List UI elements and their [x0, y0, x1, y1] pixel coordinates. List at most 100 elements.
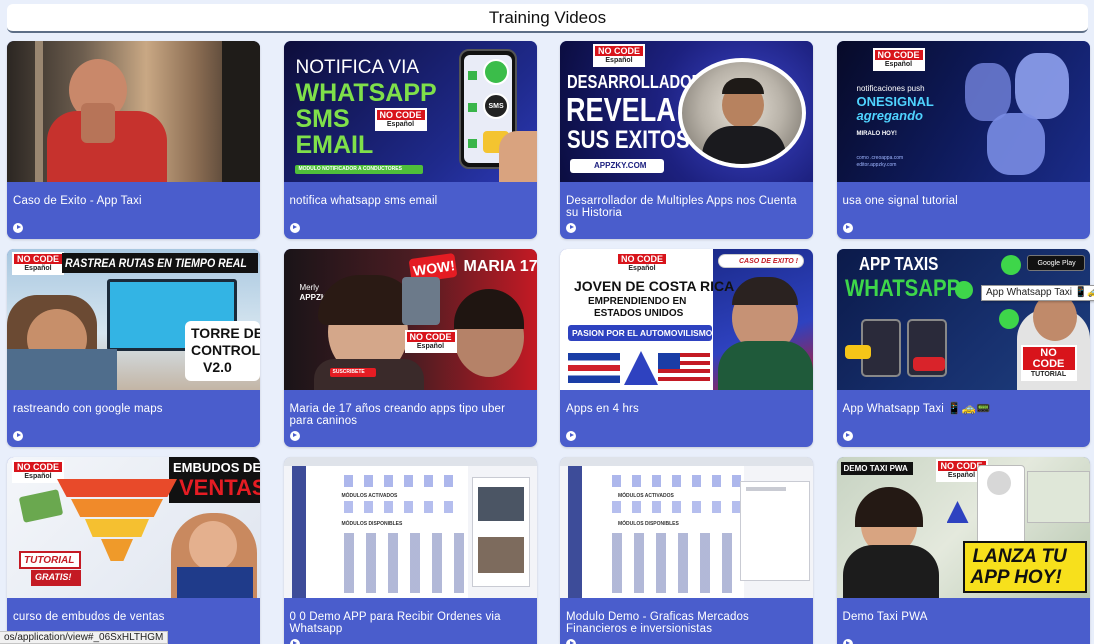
thumb-text: APP HOY!	[970, 567, 1062, 588]
whatsapp-icon	[998, 309, 1019, 329]
video-thumbnail: NO CODE Español CASO DE EXITO ! JOVEN DE …	[560, 249, 813, 390]
video-card[interactable]: MÓDULOS ACTIVADOS MÓDULOS DISPONIBLES 0 …	[283, 457, 537, 644]
video-thumbnail: MÓDULOS ACTIVADOS MÓDULOS DISPONIBLES	[283, 457, 537, 598]
logo-icon	[624, 351, 658, 385]
thumb-text: Merly	[299, 283, 320, 292]
video-title: Modulo Demo - Graficas Mercados Financie…	[566, 611, 749, 635]
video-card[interactable]: NO CODE Español DESARROLLADOR REVELA SUS …	[560, 41, 813, 239]
video-thumbnail: MÓDULOS ACTIVADOS MÓDULOS DISPONIBLES	[560, 457, 813, 598]
thumb-text: notificaciones push	[856, 84, 925, 93]
status-bar-url: os/application/view#_06SxHLTHGM	[0, 631, 169, 644]
thumb-text: TORRE DE	[191, 325, 260, 341]
video-card[interactable]: Caso de Exito - App Taxi	[7, 41, 260, 239]
video-thumbnail	[7, 41, 260, 182]
video-card[interactable]: MÓDULOS ACTIVADOS MÓDULOS DISPONIBLES Mo…	[560, 457, 813, 644]
video-card[interactable]: APP TAXIS WHATSAPP Google Play NO CODE TU…	[836, 249, 1090, 447]
no-code-badge: NO CODE Español	[593, 44, 646, 67]
thumb-text: JOVEN DE COSTA RICA	[574, 278, 735, 294]
video-card[interactable]: Merly APPZKY WOW! MARIA 17 NO CODE Españo…	[283, 249, 537, 447]
thumb-text: MIRALO HOY!	[856, 131, 897, 137]
taxi-icon	[844, 345, 871, 359]
thumb-text: SUSCRIBETE	[332, 369, 365, 375]
play-icon[interactable]	[842, 431, 853, 441]
whatsapp-icon	[954, 281, 973, 299]
avatar	[986, 471, 1011, 495]
video-card[interactable]: NO CODE Español EMBUDOS DE VENTAS TUTORIA…	[7, 457, 260, 644]
thumb-text: RASTREA RUTAS EN TIEMPO REAL	[65, 256, 247, 270]
thumb-text: CASO DE EXITO !	[739, 258, 798, 265]
thumb-text: MÓDULOS ACTIVADOS	[341, 493, 398, 499]
video-thumbnail: NO CODE Español notificaciones push ONESI…	[836, 41, 1090, 182]
whatsapp-icon	[482, 59, 509, 85]
no-code-badge: NO CODE Español	[374, 108, 427, 131]
video-card[interactable]: NO CODE Español CASO DE EXITO ! JOVEN DE …	[560, 249, 813, 447]
play-icon[interactable]	[566, 431, 576, 441]
thumb-text: EMPRENDIENDO EN	[588, 296, 687, 307]
thumb-text: editor.appzky.com	[856, 162, 897, 168]
thumb-text: ESTADOS UNIDOS	[594, 308, 684, 319]
thumb-text: SMS	[295, 105, 350, 133]
thumb-text: MARIA 17	[463, 258, 537, 275]
thumb-text: APP TAXIS	[858, 254, 938, 274]
thumb-text: SUS EXITOS	[567, 126, 690, 154]
thumb-text: TUTORIAL	[24, 555, 75, 566]
car-icon	[912, 357, 945, 371]
video-title: 0 0 Demo APP para Recibir Ordenes via Wh…	[289, 611, 501, 635]
video-title: notifica whatsapp sms email	[289, 195, 438, 207]
video-title: Apps en 4 hrs	[566, 403, 639, 415]
play-icon[interactable]	[289, 639, 300, 644]
thumb-text: MÓDULOS DISPONIBLES	[618, 521, 679, 527]
thumb-text: NOTIFICA VIA	[295, 57, 420, 78]
video-title: usa one signal tutorial	[842, 195, 958, 207]
thumb-text: MÓDULOS ACTIVADOS	[618, 493, 674, 499]
video-title: Caso de Exito - App Taxi	[13, 195, 142, 207]
video-title: Desarrollador de Multiples Apps nos Cuen…	[566, 195, 797, 219]
video-thumbnail: Merly APPZKY WOW! MARIA 17 NO CODE Españo…	[283, 249, 537, 390]
video-title: curso de embudos de ventas	[13, 611, 165, 623]
video-title: rastreando con google maps	[13, 403, 163, 415]
thumb-text: MÓDULOS DISPONIBLES	[341, 521, 403, 527]
video-card[interactable]: DEMO TAXI PWA NO CODE Español LANZA TU AP…	[836, 457, 1090, 644]
no-code-badge: NO CODE Español	[616, 252, 669, 275]
video-thumbnail: APP TAXIS WHATSAPP Google Play NO CODE TU…	[836, 249, 1090, 390]
thumb-text: DESARROLLADOR	[567, 72, 703, 92]
video-title: Demo Taxi PWA	[842, 611, 928, 623]
thumb-text: GRATIS!	[35, 572, 72, 582]
video-card[interactable]: NO CODE Español RASTREA RUTAS EN TIEMPO R…	[7, 249, 260, 447]
thumb-text: EMAIL	[295, 131, 374, 159]
video-thumbnail: NO CODE Español RASTREA RUTAS EN TIEMPO R…	[7, 249, 260, 390]
thumb-text: SMS	[488, 103, 504, 110]
no-code-badge: NO CODE TUTORIAL	[1020, 345, 1077, 381]
play-icon[interactable]	[289, 431, 300, 441]
play-icon[interactable]	[13, 431, 23, 441]
thumb-text: APPZKY.COM	[594, 161, 647, 170]
video-thumbnail: DEMO TAXI PWA NO CODE Español LANZA TU AP…	[836, 457, 1090, 598]
video-thumbnail: NOTIFICA VIA WHATSAPP SMS EMAIL NO CODE E…	[283, 41, 537, 182]
play-icon[interactable]	[566, 223, 576, 233]
play-icon[interactable]	[289, 223, 300, 233]
no-code-badge: NO CODE Español	[872, 48, 925, 71]
video-thumbnail: NO CODE Español DESARROLLADOR REVELA SUS …	[560, 41, 813, 182]
no-code-badge: NO CODE Español	[12, 252, 65, 275]
thumb-text: agregando	[856, 108, 923, 123]
thumb-text: MODULO NOTIFICADOR A CONDUCTORES	[298, 166, 402, 172]
thumb-text: LANZA TU	[972, 546, 1067, 567]
page-title: Training Videos	[488, 8, 607, 27]
video-thumbnail: NO CODE Español EMBUDOS DE VENTAS TUTORIA…	[7, 457, 260, 598]
thumb-text: WHATSAPP	[844, 275, 960, 302]
whatsapp-icon	[1000, 255, 1021, 275]
tooltip: App Whatsapp Taxi 📱🚕📟	[981, 285, 1094, 301]
logo-icon	[946, 501, 969, 523]
play-icon[interactable]	[566, 639, 576, 644]
video-card[interactable]: NOTIFICA VIA WHATSAPP SMS EMAIL NO CODE E…	[283, 41, 537, 239]
thumb-text: ONESIGNAL	[856, 94, 934, 109]
thumb-text: CONTROL	[191, 342, 260, 358]
thumb-text: PASION POR EL AUTOMOVILISMO	[572, 328, 713, 338]
play-icon[interactable]	[842, 639, 853, 644]
play-icon[interactable]	[13, 223, 23, 233]
play-icon[interactable]	[842, 223, 853, 233]
no-code-badge: NO CODE Español	[12, 460, 65, 483]
no-code-badge: NO CODE Español	[404, 330, 457, 353]
video-card[interactable]: NO CODE Español notificaciones push ONESI…	[836, 41, 1090, 239]
thumb-text: EMBUDOS DE	[173, 460, 260, 475]
